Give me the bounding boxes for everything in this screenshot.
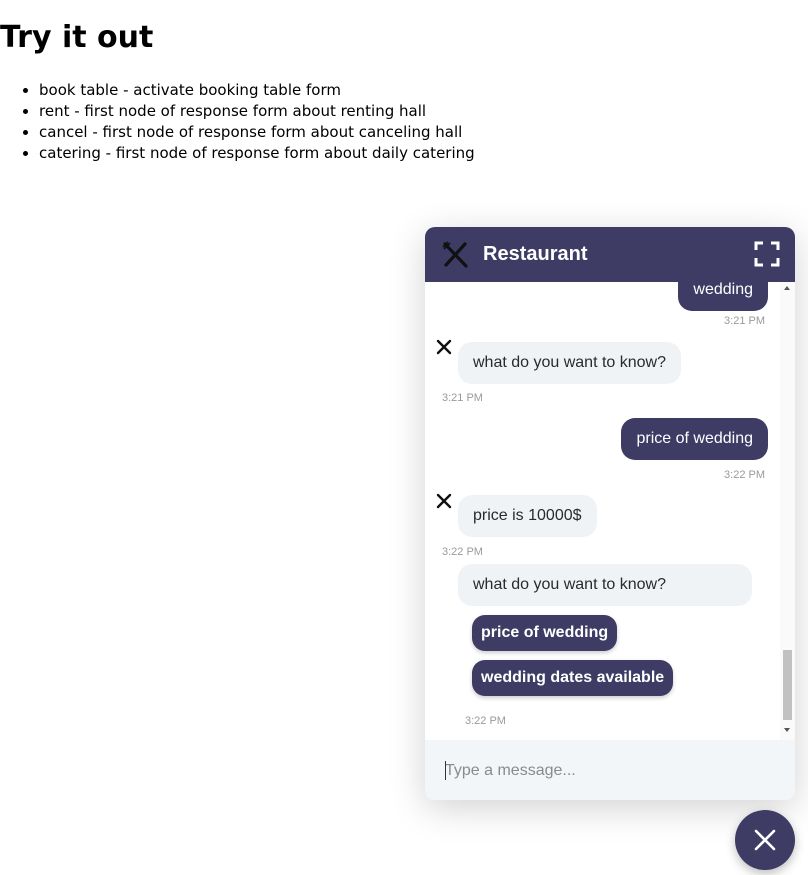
chat-title: Restaurant [483,243,588,265]
quick-reply-wedding-dates-available[interactable]: wedding dates available [472,660,674,696]
chat-widget: Restaurant wedding 3:21 PM what do you w… [425,227,795,800]
user-message: wedding [678,282,768,311]
message-time: 3:22 PM [724,469,765,481]
hint-item: cancel - first node of response form abo… [39,122,475,143]
fork-knife-icon [442,241,468,268]
close-icon [754,829,776,851]
message-composer [425,740,795,800]
bot-avatar-icon [436,339,452,355]
quick-reply-price-of-wedding[interactable]: price of wedding [472,615,618,651]
scroll-thumb[interactable] [783,650,792,720]
message-time: 3:22 PM [442,546,483,558]
message-input[interactable] [445,760,765,782]
hint-item: catering - first node of response form a… [39,143,475,164]
chat-launcher-button[interactable] [735,810,795,870]
message-time: 3:21 PM [724,315,765,327]
bot-message: what do you want to know? [458,564,752,606]
scroll-up-arrow-icon[interactable] [784,286,790,290]
bot-message: price is 10000$ [458,495,597,537]
hint-item: rent - first node of response form about… [39,101,475,122]
message-scrollbar[interactable] [780,282,795,740]
fullscreen-icon[interactable] [754,241,780,267]
message-time: 3:21 PM [442,392,483,404]
bot-message: what do you want to know? [458,342,682,384]
message-time: 3:22 PM [465,715,506,727]
user-message: price of wedding [621,418,768,460]
hint-list: book table - activate booking table form… [0,80,475,164]
text-caret [445,761,446,780]
scroll-down-arrow-icon[interactable] [784,728,790,732]
message-list[interactable]: wedding 3:21 PM what do you want to know… [425,282,795,740]
page-title: Try it out [0,20,154,55]
chat-header: Restaurant [425,227,795,282]
hint-item: book table - activate booking table form [39,80,475,101]
bot-avatar-icon [436,493,452,509]
